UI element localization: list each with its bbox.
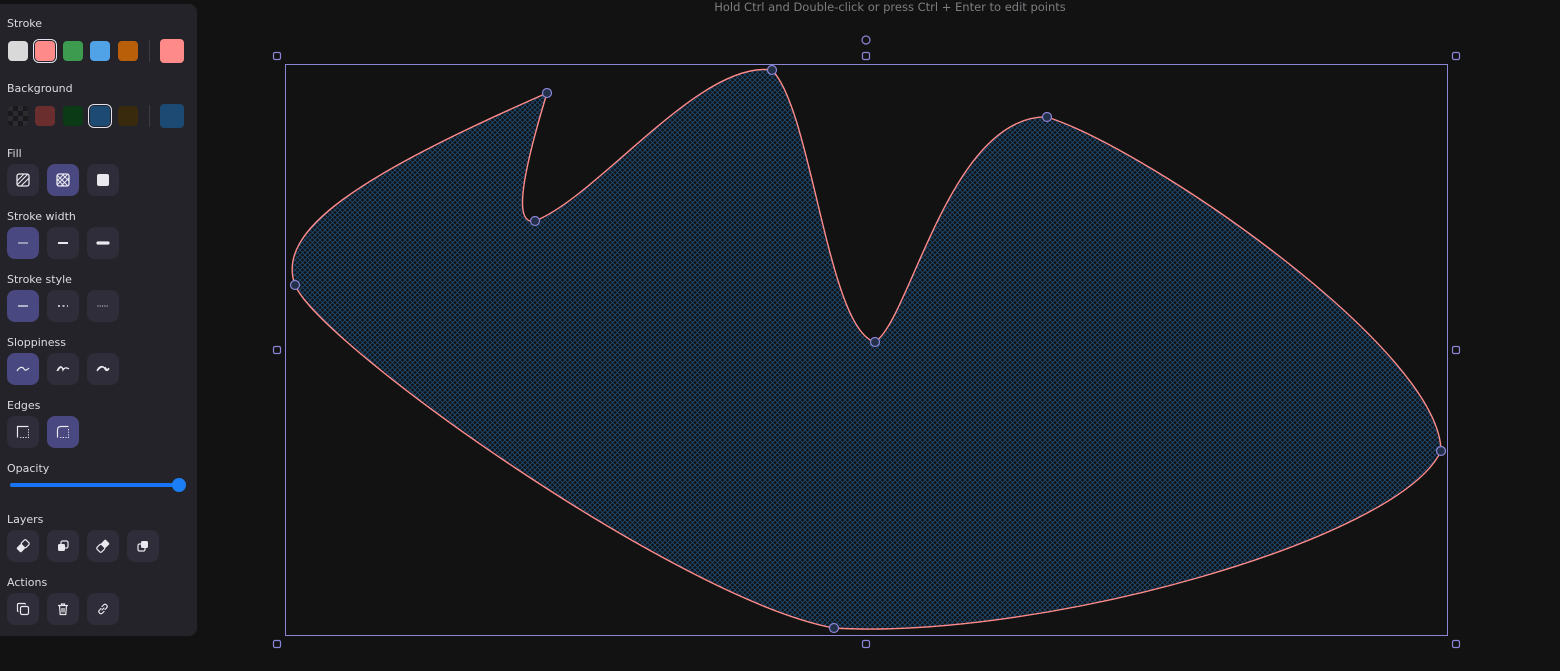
architect-icon xyxy=(16,366,30,372)
send-to-back-icon xyxy=(16,539,30,553)
duplicate-icon xyxy=(16,602,30,616)
stroke-style-dotted-button[interactable] xyxy=(87,290,119,322)
freeform-shape[interactable] xyxy=(291,68,1442,630)
bold-line-icon xyxy=(58,242,68,244)
round-edges-icon xyxy=(56,425,69,438)
bring-forward-button[interactable] xyxy=(87,530,119,562)
fill-hachure-button[interactable] xyxy=(7,164,39,196)
resize-handle-ne[interactable] xyxy=(1451,51,1461,61)
background-label: Background xyxy=(7,82,73,95)
resize-handle-nw[interactable] xyxy=(272,51,282,61)
link-button[interactable] xyxy=(87,593,119,625)
bring-forward-icon xyxy=(96,539,110,553)
rotate-handle[interactable] xyxy=(861,35,871,45)
divider xyxy=(149,105,150,127)
stroke-style-dashed-button[interactable] xyxy=(47,290,79,322)
actions-label: Actions xyxy=(7,576,48,589)
stroke-current-color[interactable] xyxy=(160,39,184,63)
edges-sharp-button[interactable] xyxy=(7,416,39,448)
fill-label: Fill xyxy=(7,147,22,160)
layers-label: Layers xyxy=(7,513,44,526)
stroke-style-solid-button[interactable] xyxy=(7,290,39,322)
shape-point[interactable] xyxy=(1041,111,1053,123)
solid-fill-icon xyxy=(97,174,109,186)
hachure-fill-icon xyxy=(16,173,30,187)
shape-point[interactable] xyxy=(766,64,778,76)
bring-to-front-icon xyxy=(137,541,148,552)
sloppiness-architect-button[interactable] xyxy=(7,353,39,385)
properties-panel: Stroke Background Fill Stroke width Stro… xyxy=(0,4,197,636)
resize-handle-e[interactable] xyxy=(1451,345,1461,355)
shape-point[interactable] xyxy=(529,215,541,227)
background-swatch-green[interactable] xyxy=(63,106,83,126)
thin-line-icon xyxy=(18,242,28,244)
send-to-back-button[interactable] xyxy=(7,530,39,562)
divider xyxy=(149,40,150,62)
stroke-swatch-blue[interactable] xyxy=(90,41,110,61)
stroke-swatch-white[interactable] xyxy=(8,41,28,61)
send-backward-button[interactable] xyxy=(47,530,79,562)
stroke-width-label: Stroke width xyxy=(7,210,76,223)
cartoonist-icon xyxy=(96,365,110,372)
sloppiness-cartoonist-button[interactable] xyxy=(87,353,119,385)
background-swatch-red[interactable] xyxy=(35,106,55,126)
extra-bold-line-icon xyxy=(96,241,110,245)
shape-point[interactable] xyxy=(541,87,553,99)
resize-handle-n[interactable] xyxy=(861,51,871,61)
fill-cross-hatch-button[interactable] xyxy=(47,164,79,196)
dashed-line-icon xyxy=(58,305,68,307)
sloppiness-artist-button[interactable] xyxy=(47,353,79,385)
link-icon xyxy=(98,603,108,615)
stroke-width-bold-button[interactable] xyxy=(47,227,79,259)
background-swatch-transparent[interactable] xyxy=(8,106,28,126)
stroke-swatch-orange[interactable] xyxy=(118,41,138,61)
solid-line-icon xyxy=(18,305,28,307)
trash-icon xyxy=(58,603,68,616)
edges-round-button[interactable] xyxy=(47,416,79,448)
stroke-style-label: Stroke style xyxy=(7,273,72,286)
stroke-width-extra-bold-button[interactable] xyxy=(87,227,119,259)
shape-point[interactable] xyxy=(869,336,881,348)
resize-handle-w[interactable] xyxy=(272,345,282,355)
edges-label: Edges xyxy=(7,399,41,412)
bring-to-front-button[interactable] xyxy=(127,530,159,562)
shape-point[interactable] xyxy=(289,279,301,291)
opacity-slider-thumb[interactable] xyxy=(172,478,186,492)
background-swatch-orange[interactable] xyxy=(118,106,138,126)
stroke-label: Stroke xyxy=(7,17,43,30)
stroke-swatch-red[interactable] xyxy=(33,39,57,63)
stroke-width-thin-button[interactable] xyxy=(7,227,39,259)
fill-solid-button[interactable] xyxy=(87,164,119,196)
resize-handle-sw[interactable] xyxy=(272,639,282,649)
sharp-edges-icon xyxy=(16,425,29,438)
artist-icon xyxy=(56,366,70,372)
cross-hatch-fill-icon xyxy=(56,173,70,187)
shape-point[interactable] xyxy=(1435,445,1447,457)
background-swatch-blue[interactable] xyxy=(88,104,112,128)
send-backward-icon xyxy=(58,540,69,551)
duplicate-button[interactable] xyxy=(7,593,39,625)
opacity-slider-track[interactable] xyxy=(10,483,180,487)
opacity-label: Opacity xyxy=(7,462,50,475)
sloppiness-label: Sloppiness xyxy=(7,336,66,349)
delete-button[interactable] xyxy=(47,593,79,625)
resize-handle-se[interactable] xyxy=(1451,639,1461,649)
resize-handle-s[interactable] xyxy=(861,639,871,649)
canvas[interactable] xyxy=(0,0,1560,671)
shape-point[interactable] xyxy=(828,622,840,634)
stroke-swatch-green[interactable] xyxy=(63,41,83,61)
dotted-line-icon xyxy=(97,305,109,307)
background-current-color[interactable] xyxy=(160,104,184,128)
